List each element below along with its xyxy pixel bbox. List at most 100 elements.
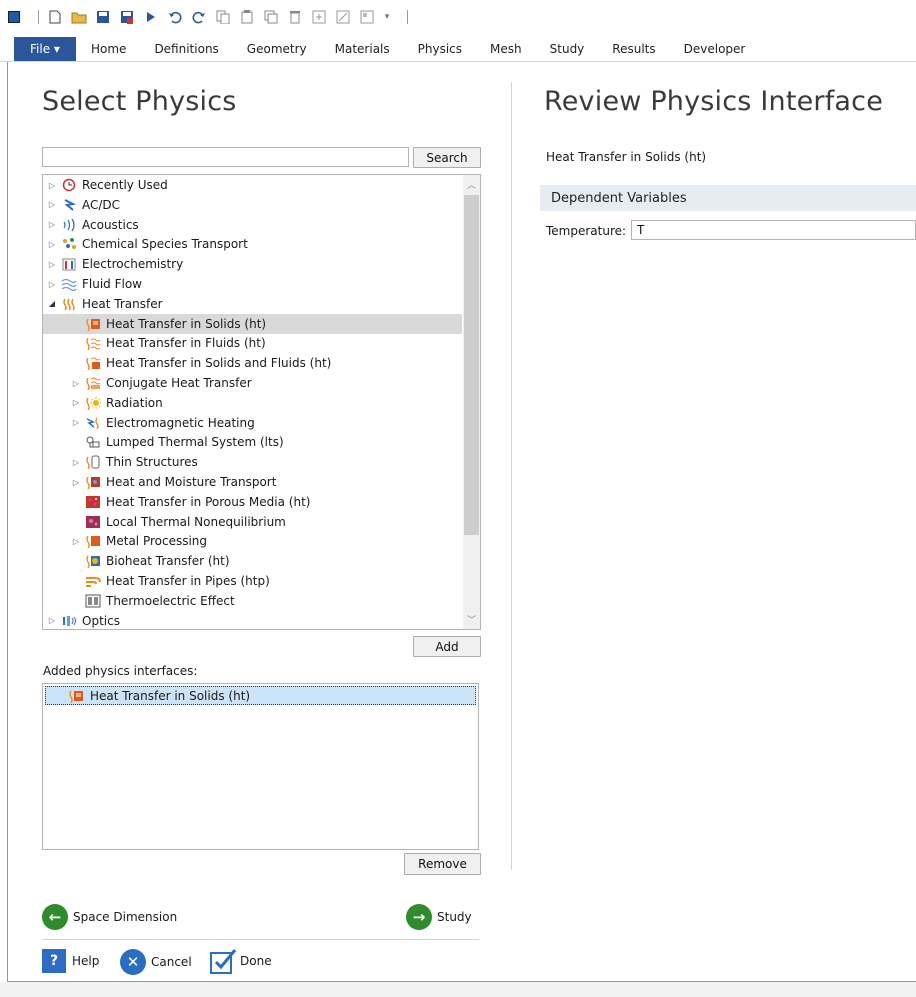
tree-item-local-thermal-nonequilibrium[interactable]: Local Thermal Nonequilibrium (43, 512, 463, 532)
tree-item-bioheat-transfer-ht[interactable]: Bioheat Transfer (ht) (43, 551, 463, 571)
tree-item-heat-transfer-in-solids-ht[interactable]: Heat Transfer in Solids (ht) (43, 313, 462, 334)
paste-icon[interactable] (239, 9, 255, 25)
expand-arrow-icon[interactable]: ▷ (71, 477, 81, 487)
tab-physics[interactable]: Physics (404, 37, 476, 61)
save-as-icon[interactable] (119, 9, 135, 25)
next-study-button[interactable]: → Study (406, 904, 472, 930)
added-interface-item[interactable]: Heat Transfer in Solids (ht) (45, 686, 476, 705)
quick-access-toolbar: ▾ (0, 0, 916, 34)
tree-item-fluid-flow[interactable]: ▷ Fluid Flow (43, 274, 463, 294)
expand-arrow-icon[interactable]: ▷ (71, 418, 81, 428)
tree-item-thermoelectric-effect[interactable]: Thermoelectric Effect (43, 591, 463, 611)
app-icon[interactable] (8, 11, 20, 23)
tree-item-heat-transfer-in-fluids-ht[interactable]: Heat Transfer in Fluids (ht) (43, 333, 463, 353)
open-folder-icon[interactable] (71, 9, 87, 25)
windows-icon[interactable] (359, 9, 375, 25)
add-button[interactable]: Add (413, 636, 481, 657)
duplicate-icon[interactable] (263, 9, 279, 25)
tree-item-radiation[interactable]: ▷ Radiation (43, 393, 463, 413)
expand-arrow-icon[interactable]: ▷ (47, 259, 57, 269)
tree-item-acoustics[interactable]: ▷ Acoustics (43, 215, 463, 235)
physics-search-input[interactable] (42, 147, 409, 167)
dependent-variables-header: Dependent Variables (540, 185, 916, 211)
porous-icon (85, 495, 101, 509)
tree-item-label: Thermoelectric Effect (106, 593, 235, 608)
expand-arrow-icon[interactable]: ▷ (71, 536, 81, 546)
physics-tree[interactable]: ▷ Optics Thermoelectric Effect Heat Transfe… (42, 174, 481, 630)
tree-item-label: Local Thermal Nonequilibrium (106, 514, 286, 529)
undo-icon[interactable] (167, 9, 183, 25)
expand-arrow-icon[interactable]: ▷ (47, 239, 57, 249)
tree-item-conjugate-heat-transfer[interactable]: ▷ Conjugate Heat Transfer (43, 373, 463, 393)
scroll-down-arrow[interactable]: ﹀ (463, 611, 480, 628)
tab-definitions[interactable]: Definitions (140, 37, 232, 61)
em-heating-icon (85, 416, 101, 430)
cancel-button[interactable]: ✕ Cancel (120, 949, 192, 975)
expand-arrow-icon[interactable]: ▷ (71, 457, 81, 467)
tree-item-lumped-thermal-system-lts[interactable]: Lumped Thermal System (lts) (43, 432, 463, 452)
tree-item-label: Heat Transfer in Solids and Fluids (ht) (106, 356, 332, 371)
tree-item-optics[interactable]: ▷ Optics (43, 611, 463, 629)
build-icon[interactable] (311, 9, 327, 25)
tree-item-recently-used[interactable]: ▷ Recently Used (43, 175, 463, 195)
toolbar-separator (38, 10, 39, 24)
help-button[interactable]: ? Help (42, 949, 99, 973)
tree-item-label: Heat Transfer in Solids (ht) (106, 316, 267, 331)
tree-item-chemical-species-transport[interactable]: ▷ Chemical Species Transport (43, 234, 463, 254)
added-interfaces-label: Added physics interfaces: (43, 664, 198, 678)
back-space-dimension-button[interactable]: ← Space Dimension (42, 904, 177, 930)
expand-arrow-icon[interactable]: ▷ (47, 180, 57, 190)
expand-arrow-icon[interactable]: ▷ (47, 200, 57, 210)
tree-item-heat-transfer[interactable]: ◢ Heat Transfer (43, 294, 463, 314)
tree-item-ac-dc[interactable]: ▷ AC/DC (43, 195, 463, 215)
tree-item-label: Acoustics (82, 217, 139, 232)
remove-button[interactable]: Remove (404, 853, 481, 875)
new-file-icon[interactable] (47, 9, 63, 25)
tree-item-label: AC/DC (82, 197, 121, 212)
expand-arrow-icon[interactable]: ▷ (71, 398, 81, 408)
radiation-icon (85, 396, 101, 411)
tree-item-metal-processing[interactable]: ▷ Metal Processing (43, 531, 463, 551)
tree-item-electrochemistry[interactable]: ▷ Electrochemistry (43, 254, 463, 274)
tab-mesh[interactable]: Mesh (476, 37, 536, 61)
tree-item-heat-transfer-in-porous-media-ht[interactable]: Heat Transfer in Porous Media (ht) (43, 492, 463, 512)
tree-item-heat-transfer-in-solids-and-fluids-ht[interactable]: Heat Transfer in Solids and Fluids (ht) (43, 353, 463, 373)
scroll-up-arrow[interactable]: ︿ (463, 176, 480, 193)
save-icon[interactable] (95, 9, 111, 25)
tree-item-electromagnetic-heating[interactable]: ▷ Electromagnetic Heating (43, 413, 463, 433)
tree-item-heat-transfer-in-pipes-htp[interactable]: Heat Transfer in Pipes (htp) (43, 571, 463, 591)
tree-item-label: Chemical Species Transport (82, 237, 248, 252)
expand-arrow-icon[interactable]: ▷ (47, 279, 57, 289)
copy-icon[interactable] (215, 9, 231, 25)
acdc-icon (61, 198, 77, 212)
delete-icon[interactable] (287, 9, 303, 25)
pipes-icon (85, 574, 101, 588)
search-button[interactable]: Search (413, 147, 481, 168)
run-icon[interactable] (143, 9, 159, 25)
tree-scrollbar[interactable]: ︿ ﹀ (463, 175, 480, 629)
tree-item-heat-and-moisture-transport[interactable]: ▷ Heat and Moisture Transport (43, 472, 463, 492)
expand-arrow-icon[interactable]: ▷ (47, 220, 57, 230)
tab-materials[interactable]: Materials (321, 37, 404, 61)
tree-item-thin-structures[interactable]: ▷ Thin Structures (43, 452, 463, 472)
toolbar-separator (407, 10, 408, 24)
help-icon: ? (42, 949, 66, 973)
tab-geometry[interactable]: Geometry (233, 37, 321, 61)
added-interfaces-list[interactable]: Heat Transfer in Solids (ht) (42, 683, 479, 850)
compute-icon[interactable] (335, 9, 351, 25)
dropdown-icon[interactable]: ▾ (383, 9, 391, 25)
scroll-thumb[interactable] (464, 195, 479, 535)
expand-arrow-icon[interactable]: ▷ (47, 616, 57, 626)
tab-developer[interactable]: Developer (670, 37, 760, 61)
tab-home[interactable]: Home (76, 37, 140, 61)
redo-icon[interactable] (191, 9, 207, 25)
file-menu-button[interactable]: File ▾ (14, 37, 76, 61)
temperature-field[interactable]: T (631, 220, 916, 240)
collapse-arrow-icon[interactable]: ◢ (47, 299, 57, 309)
tab-results[interactable]: Results (598, 37, 669, 61)
tab-study[interactable]: Study (536, 37, 599, 61)
expand-arrow-icon[interactable]: ▷ (71, 378, 81, 388)
done-button[interactable]: Done (209, 947, 272, 975)
